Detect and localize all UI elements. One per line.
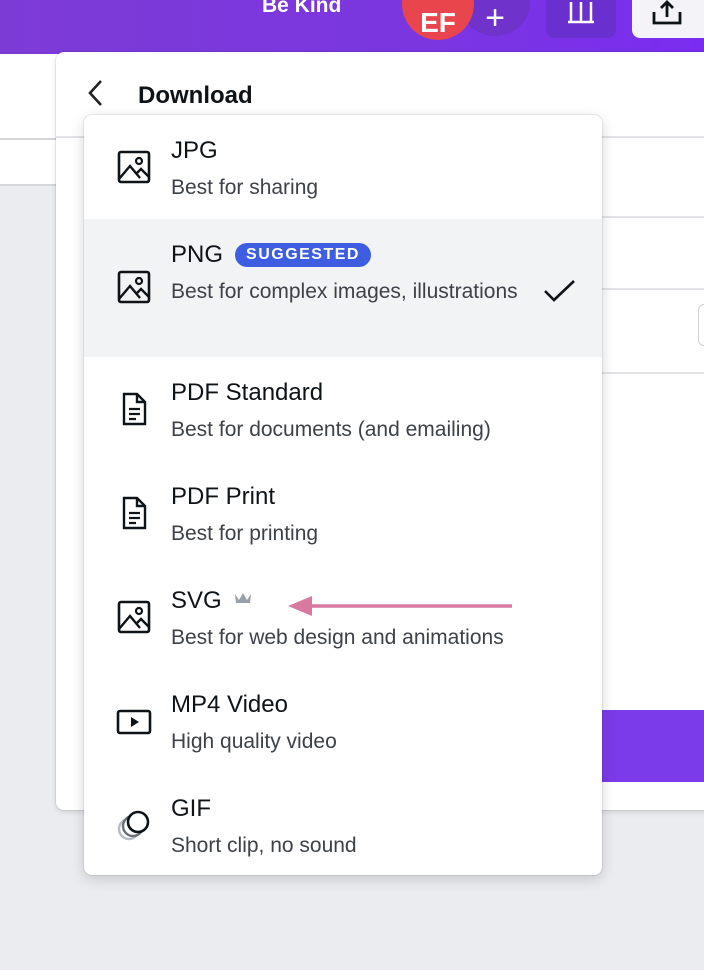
user-avatar[interactable]: EF bbox=[402, 0, 474, 40]
file-type-option-jpg[interactable]: JPG Best for sharing bbox=[84, 115, 602, 219]
image-icon bbox=[117, 150, 151, 184]
divider bbox=[602, 288, 704, 290]
option-name-text: SVG bbox=[171, 587, 222, 614]
divider bbox=[602, 372, 704, 374]
design-title[interactable]: Be Kind bbox=[262, 0, 341, 18]
option-name: GIF bbox=[171, 795, 211, 822]
share-upload-icon bbox=[652, 0, 682, 25]
chevron-left-icon bbox=[88, 80, 102, 106]
option-name-text: PNG bbox=[171, 241, 224, 268]
insights-button[interactable] bbox=[546, 0, 616, 38]
divider bbox=[602, 216, 704, 218]
divider bbox=[0, 138, 58, 140]
option-description: High quality video bbox=[171, 730, 337, 753]
option-description: Best for printing bbox=[171, 522, 319, 545]
document-icon bbox=[122, 392, 147, 426]
file-type-option-png[interactable]: PNG SUGGESTED Best for complex images, il… bbox=[84, 219, 602, 357]
file-type-option-gif[interactable]: GIF Short clip, no sound bbox=[84, 773, 602, 875]
side-input-box[interactable] bbox=[698, 304, 704, 346]
checkmark-icon bbox=[544, 280, 575, 302]
option-description: Best for complex images, illustrations bbox=[171, 280, 518, 303]
crown-icon bbox=[234, 589, 252, 610]
option-name: MP4 Video bbox=[171, 691, 288, 718]
share-button[interactable] bbox=[632, 0, 704, 38]
file-type-option-pdf-print[interactable]: PDF Print Best for printing bbox=[84, 461, 602, 565]
option-description: Best for sharing bbox=[171, 176, 319, 199]
suggested-badge: SUGGESTED bbox=[235, 243, 371, 267]
option-description: Best for web design and animations bbox=[171, 626, 504, 649]
gif-circles-icon bbox=[117, 810, 150, 841]
file-type-dropdown: JPG Best for sharing PNG SUGGESTED Best f… bbox=[84, 115, 602, 875]
option-name: SVG bbox=[171, 587, 252, 615]
bar-chart-icon bbox=[568, 2, 594, 24]
file-type-option-mp4[interactable]: MP4 Video High quality video bbox=[84, 669, 602, 773]
option-name: PDF Standard bbox=[171, 379, 324, 406]
file-type-option-pdf-standard[interactable]: PDF Standard Best for documents (and ema… bbox=[84, 357, 602, 461]
image-icon bbox=[117, 600, 151, 634]
top-bar: Be Kind + EF bbox=[0, 0, 704, 54]
video-play-icon bbox=[116, 709, 152, 735]
document-icon bbox=[122, 496, 147, 530]
option-description: Short clip, no sound bbox=[171, 834, 357, 857]
option-description: Best for documents (and emailing) bbox=[171, 418, 491, 441]
back-button[interactable] bbox=[86, 78, 106, 115]
image-icon bbox=[117, 270, 151, 304]
option-name: PNG SUGGESTED bbox=[171, 241, 371, 269]
panel-heading: Download bbox=[138, 82, 253, 109]
option-name: PDF Print bbox=[171, 483, 276, 510]
annotation-arrow bbox=[288, 596, 512, 616]
editor-side-strip bbox=[0, 54, 58, 186]
option-name: JPG bbox=[171, 137, 218, 164]
